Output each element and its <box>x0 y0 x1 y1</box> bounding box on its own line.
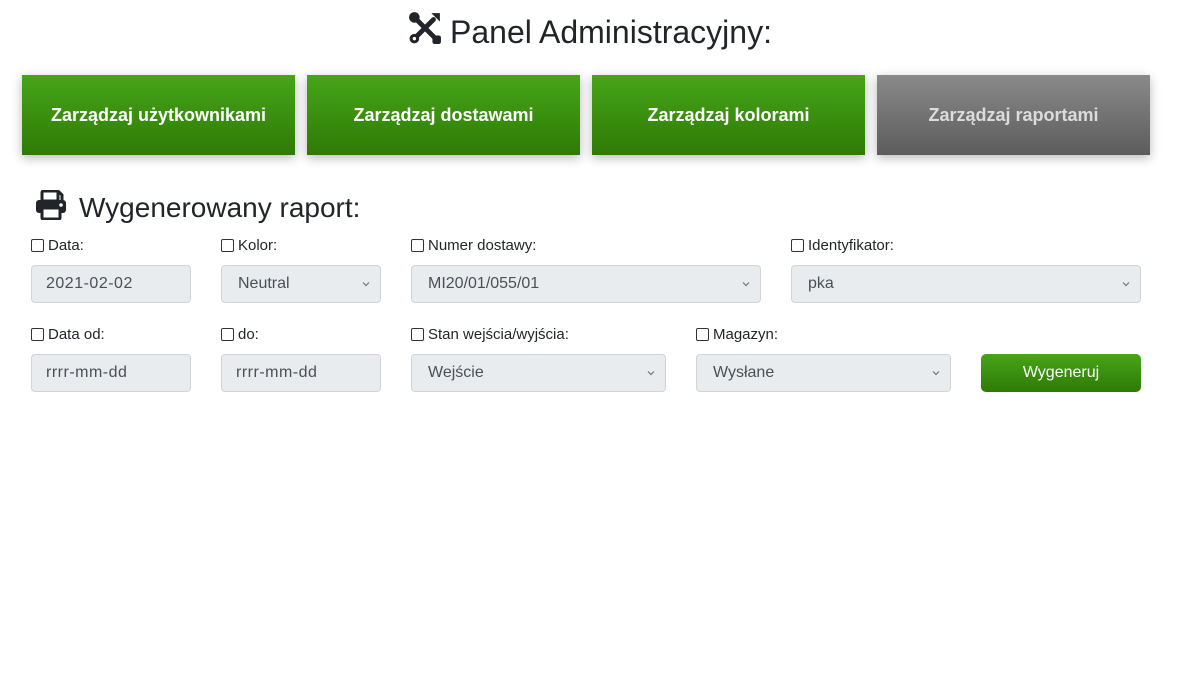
manage-reports-button[interactable]: Zarządzaj raportami <box>877 75 1150 155</box>
chevron-down-icon <box>362 282 370 287</box>
warehouse-select[interactable]: Wysłane <box>696 354 951 392</box>
chevron-down-icon <box>647 371 655 376</box>
color-checkbox[interactable] <box>221 238 234 252</box>
state-filter-label[interactable]: Stan wejścia/wyjścia: <box>411 324 569 344</box>
date-input[interactable]: 2021-02-02 <box>31 265 191 303</box>
delivery-filter-label[interactable]: Numer dostawy: <box>411 235 536 255</box>
report-title-text: Wygenerowany raport: <box>79 192 361 223</box>
state-checkbox[interactable] <box>411 327 424 341</box>
warehouse-checkbox[interactable] <box>696 327 709 341</box>
manage-deliveries-button[interactable]: Zarządzaj dostawami <box>307 75 580 155</box>
date-from-filter-label[interactable]: Data od: <box>31 324 105 344</box>
generate-button[interactable]: Wygeneruj <box>981 354 1141 392</box>
date-to-filter-label[interactable]: do: <box>221 324 259 344</box>
color-filter-label[interactable]: Kolor: <box>221 235 277 255</box>
delivery-checkbox[interactable] <box>411 238 424 252</box>
chevron-down-icon <box>932 371 940 376</box>
chevron-down-icon <box>742 282 750 287</box>
page-title: Panel Administracyjny: <box>0 12 1180 52</box>
date-from-input[interactable]: rrrr-mm-dd <box>31 354 191 392</box>
date-to-input[interactable]: rrrr-mm-dd <box>221 354 381 392</box>
warehouse-filter-label[interactable]: Magazyn: <box>696 324 778 344</box>
report-section-title: Wygenerowany raport: <box>35 188 360 228</box>
tools-icon <box>408 11 442 53</box>
color-select[interactable]: Neutral <box>221 265 381 303</box>
delivery-number-select[interactable]: MI20/01/055/01 <box>411 265 761 303</box>
printer-icon <box>35 189 67 227</box>
chevron-down-icon <box>1122 282 1130 287</box>
page-title-text: Panel Administracyjny: <box>450 13 772 50</box>
date-filter-label[interactable]: Data: <box>31 235 84 255</box>
manage-colors-button[interactable]: Zarządzaj kolorami <box>592 75 865 155</box>
date-to-checkbox[interactable] <box>221 327 234 341</box>
date-from-checkbox[interactable] <box>31 327 44 341</box>
state-select[interactable]: Wejście <box>411 354 666 392</box>
identifier-filter-label[interactable]: Identyfikator: <box>791 235 894 255</box>
date-checkbox[interactable] <box>31 238 44 252</box>
manage-users-button[interactable]: Zarządzaj użytkownikami <box>22 75 295 155</box>
identifier-checkbox[interactable] <box>791 238 804 252</box>
identifier-select[interactable]: pka <box>791 265 1141 303</box>
